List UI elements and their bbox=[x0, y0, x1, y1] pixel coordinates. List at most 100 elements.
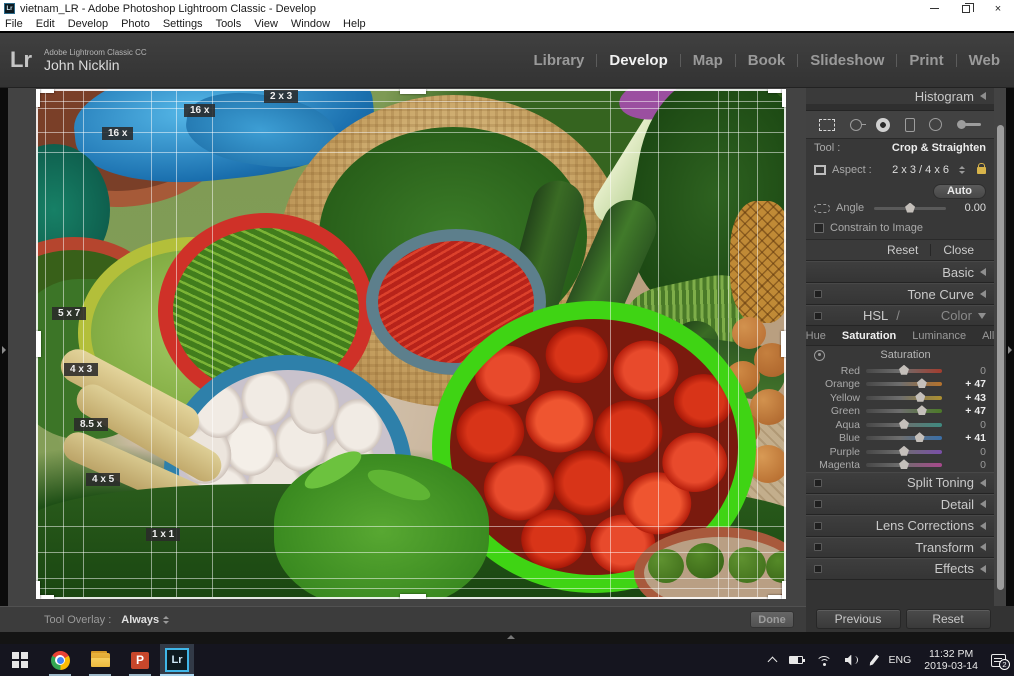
angle-tool-icon[interactable] bbox=[814, 203, 830, 213]
lens-corrections-title: Lens Corrections bbox=[875, 518, 974, 534]
slider-thumb[interactable] bbox=[899, 364, 909, 375]
menu-file[interactable]: File bbox=[5, 18, 23, 30]
menu-edit[interactable]: Edit bbox=[36, 18, 55, 30]
module-map[interactable]: Map bbox=[691, 52, 725, 69]
aspect-lock-icon[interactable] bbox=[977, 162, 986, 174]
taskbar-powerpoint[interactable] bbox=[120, 644, 160, 676]
constrain-checkbox[interactable] bbox=[814, 223, 824, 233]
crop-aspect-icon[interactable] bbox=[814, 164, 826, 176]
blue-slider[interactable] bbox=[866, 432, 942, 443]
tab-saturation[interactable]: Saturation bbox=[834, 330, 904, 342]
photo-canvas[interactable]: 2 x 3 16 x 16 x 5 x 7 4 x 3 8.5 x 4 x 5 … bbox=[36, 89, 786, 599]
red-eye-icon[interactable] bbox=[876, 117, 891, 132]
taskbar-lightroom[interactable]: Lr bbox=[160, 644, 194, 676]
slider-thumb[interactable] bbox=[914, 432, 925, 443]
red-slider[interactable] bbox=[866, 364, 942, 375]
module-print[interactable]: Print bbox=[907, 52, 945, 69]
target-adjustment-icon[interactable] bbox=[814, 349, 825, 361]
menu-help[interactable]: Help bbox=[343, 18, 366, 30]
collapse-arrow-icon bbox=[980, 521, 986, 530]
module-library[interactable]: Library bbox=[532, 52, 587, 69]
module-slideshow[interactable]: Slideshow bbox=[808, 52, 886, 69]
language-indicator[interactable]: ENG bbox=[889, 654, 912, 666]
panel-header-basic[interactable]: Basic bbox=[806, 261, 994, 283]
panel-scrollbar[interactable] bbox=[997, 125, 1004, 590]
orange-slider[interactable] bbox=[866, 378, 942, 389]
slider-thumb[interactable] bbox=[899, 459, 909, 470]
crop-reset-button[interactable]: Reset bbox=[875, 243, 930, 257]
crop-bounding-box[interactable] bbox=[36, 89, 786, 599]
tool-overlay-select[interactable]: Always bbox=[121, 614, 170, 626]
panel-toggle-icon[interactable] bbox=[814, 543, 822, 552]
slider-thumb[interactable] bbox=[916, 378, 927, 389]
menu-window[interactable]: Window bbox=[291, 18, 330, 30]
slider-thumb[interactable] bbox=[899, 445, 909, 456]
panel-header-transform[interactable]: Transform bbox=[806, 536, 994, 558]
histogram-header[interactable]: Histogram bbox=[806, 88, 994, 104]
module-web[interactable]: Web bbox=[967, 52, 1002, 69]
slider-thumb[interactable] bbox=[916, 405, 927, 416]
aqua-slider[interactable] bbox=[866, 418, 942, 429]
panel-toggle-icon[interactable] bbox=[814, 478, 822, 487]
magenta-slider[interactable] bbox=[866, 459, 942, 470]
panel-header-tone-curve[interactable]: Tone Curve bbox=[806, 283, 994, 305]
spot-removal-icon[interactable] bbox=[849, 118, 866, 131]
slider-thumb[interactable] bbox=[899, 418, 909, 429]
filmstrip-collapsed[interactable] bbox=[0, 632, 1014, 644]
battery-icon[interactable] bbox=[789, 656, 806, 664]
slider-thumb[interactable] bbox=[915, 391, 926, 402]
panel-header-detail[interactable]: Detail bbox=[806, 493, 994, 515]
restore-icon bbox=[962, 2, 974, 13]
reset-button[interactable]: Reset bbox=[905, 609, 991, 629]
menu-view[interactable]: View bbox=[254, 18, 278, 30]
tray-expand-icon[interactable] bbox=[767, 656, 778, 667]
panel-toggle-icon[interactable] bbox=[814, 521, 822, 530]
taskbar-chrome[interactable] bbox=[40, 644, 80, 676]
done-button[interactable]: Done bbox=[750, 611, 794, 628]
aspect-dropdown-icon[interactable] bbox=[959, 166, 965, 174]
close-button[interactable]: × bbox=[982, 0, 1014, 17]
menu-photo[interactable]: Photo bbox=[121, 18, 150, 30]
angle-slider[interactable] bbox=[874, 202, 946, 213]
right-panel-edge[interactable] bbox=[1006, 88, 1014, 606]
module-book[interactable]: Book bbox=[746, 52, 788, 69]
pen-icon[interactable] bbox=[868, 654, 879, 666]
crop-tool-icon[interactable] bbox=[819, 118, 835, 131]
previous-button[interactable]: Previous bbox=[815, 609, 901, 629]
crop-overlay[interactable]: 2 x 3 16 x 16 x 5 x 7 4 x 3 8.5 x 4 x 5 … bbox=[36, 89, 786, 599]
panel-header-split-toning[interactable]: Split Toning bbox=[806, 472, 994, 494]
panel-toggle-icon[interactable] bbox=[814, 500, 822, 509]
radial-filter-icon[interactable] bbox=[929, 118, 943, 131]
panel-header-effects[interactable]: Effects bbox=[806, 558, 994, 580]
start-button[interactable] bbox=[0, 644, 40, 676]
panel-header-lens-corrections[interactable]: Lens Corrections bbox=[806, 515, 994, 537]
adjustment-brush-icon[interactable] bbox=[956, 119, 981, 130]
tab-hue[interactable]: Hue bbox=[798, 330, 834, 342]
angle-slider-thumb[interactable] bbox=[905, 202, 916, 213]
tab-luminance[interactable]: Luminance bbox=[904, 330, 974, 342]
volume-icon[interactable] bbox=[845, 655, 859, 666]
yellow-slider[interactable] bbox=[866, 391, 942, 402]
taskbar-file-explorer[interactable] bbox=[80, 644, 120, 676]
auto-straighten-button[interactable]: Auto bbox=[932, 183, 986, 199]
angle-value[interactable]: 0.00 bbox=[956, 202, 986, 214]
aspect-value[interactable]: 2 x 3 / 4 x 6 bbox=[892, 164, 949, 176]
left-panel-collapsed[interactable] bbox=[0, 88, 8, 606]
panel-toggle-icon[interactable] bbox=[814, 564, 822, 573]
panel-toggle-icon[interactable] bbox=[814, 290, 822, 298]
purple-slider[interactable] bbox=[866, 445, 942, 456]
panel-toggle-icon[interactable] bbox=[814, 311, 822, 320]
panel-header-hsl-color[interactable]: HSL / Color bbox=[806, 305, 994, 326]
module-develop[interactable]: Develop bbox=[607, 52, 669, 69]
graduated-filter-icon[interactable] bbox=[904, 117, 915, 132]
menu-develop[interactable]: Develop bbox=[68, 18, 108, 30]
minimize-button[interactable] bbox=[918, 0, 950, 17]
restore-button[interactable] bbox=[950, 0, 982, 17]
clock[interactable]: 11:32 PM 2019-03-14 bbox=[924, 648, 978, 672]
menu-settings[interactable]: Settings bbox=[163, 18, 203, 30]
green-slider[interactable] bbox=[866, 405, 942, 416]
menu-tools[interactable]: Tools bbox=[216, 18, 242, 30]
crop-close-button[interactable]: Close bbox=[931, 243, 986, 257]
notification-center-icon[interactable]: 2 bbox=[991, 653, 1010, 670]
wifi-icon[interactable] bbox=[816, 655, 833, 666]
